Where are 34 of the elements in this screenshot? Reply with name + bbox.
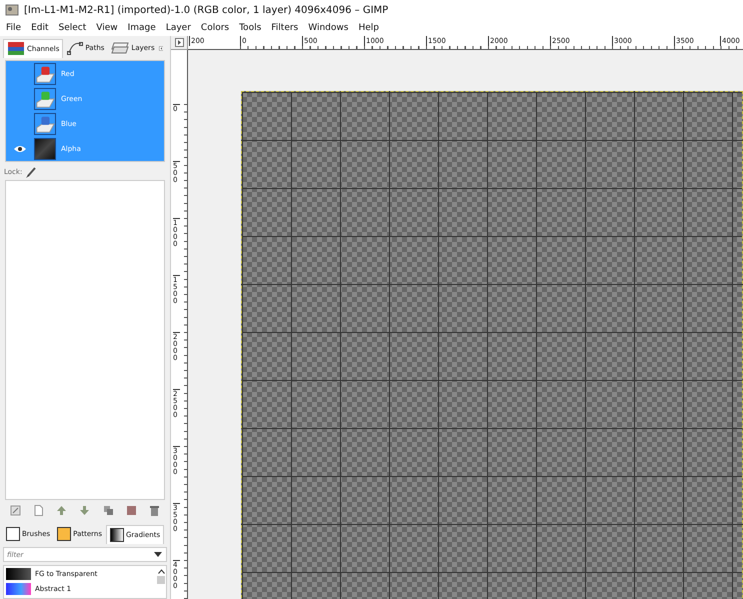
edit-icon[interactable]	[10, 505, 22, 516]
menu-item[interactable]: File	[6, 23, 22, 33]
gradient-preview	[6, 582, 31, 594]
menu-item[interactable]: Layer	[166, 23, 191, 33]
gradient-swatch-icon	[110, 528, 124, 542]
menu-item[interactable]: Tools	[239, 23, 262, 33]
quick-mask-icon[interactable]	[174, 38, 184, 47]
menu-item[interactable]: View	[96, 23, 118, 33]
menu-item[interactable]: Filters	[271, 23, 298, 33]
down-arrow-icon[interactable]	[79, 505, 90, 516]
window-title: [Im-L1-M1-M2-R1] (imported)-1.0 (RGB color, 1 layer) 4096x4096 – GIMP	[24, 4, 388, 16]
menu-item[interactable]: Help	[358, 23, 379, 33]
dropdown-caret-icon[interactable]	[154, 552, 162, 557]
gradient-preview	[6, 568, 31, 580]
brush-swatch-icon	[6, 527, 20, 541]
menu-item[interactable]: Image	[128, 23, 156, 33]
up-arrow-icon[interactable]	[56, 505, 68, 516]
duplicate-icon[interactable]	[102, 505, 114, 516]
app-icon	[5, 3, 19, 17]
tab-menu-icon[interactable]	[158, 44, 163, 52]
path-nodes-icon	[67, 41, 84, 55]
eye-icon[interactable]	[14, 144, 26, 152]
menu-item[interactable]: Select	[58, 23, 86, 33]
layers-stack-icon	[7, 42, 25, 56]
trash-icon[interactable]	[148, 505, 160, 516]
brush-icon[interactable]	[25, 166, 38, 178]
menu-item[interactable]: Edit	[31, 23, 48, 33]
pattern-swatch-icon	[57, 527, 72, 541]
scroll-up-icon[interactable]	[158, 569, 164, 574]
selection-icon[interactable]	[126, 505, 137, 516]
layer-sheets-icon	[111, 41, 130, 55]
menu-item[interactable]: Windows	[308, 23, 348, 33]
menu-item[interactable]: Colors	[200, 23, 230, 33]
new-document-icon[interactable]	[33, 505, 44, 516]
